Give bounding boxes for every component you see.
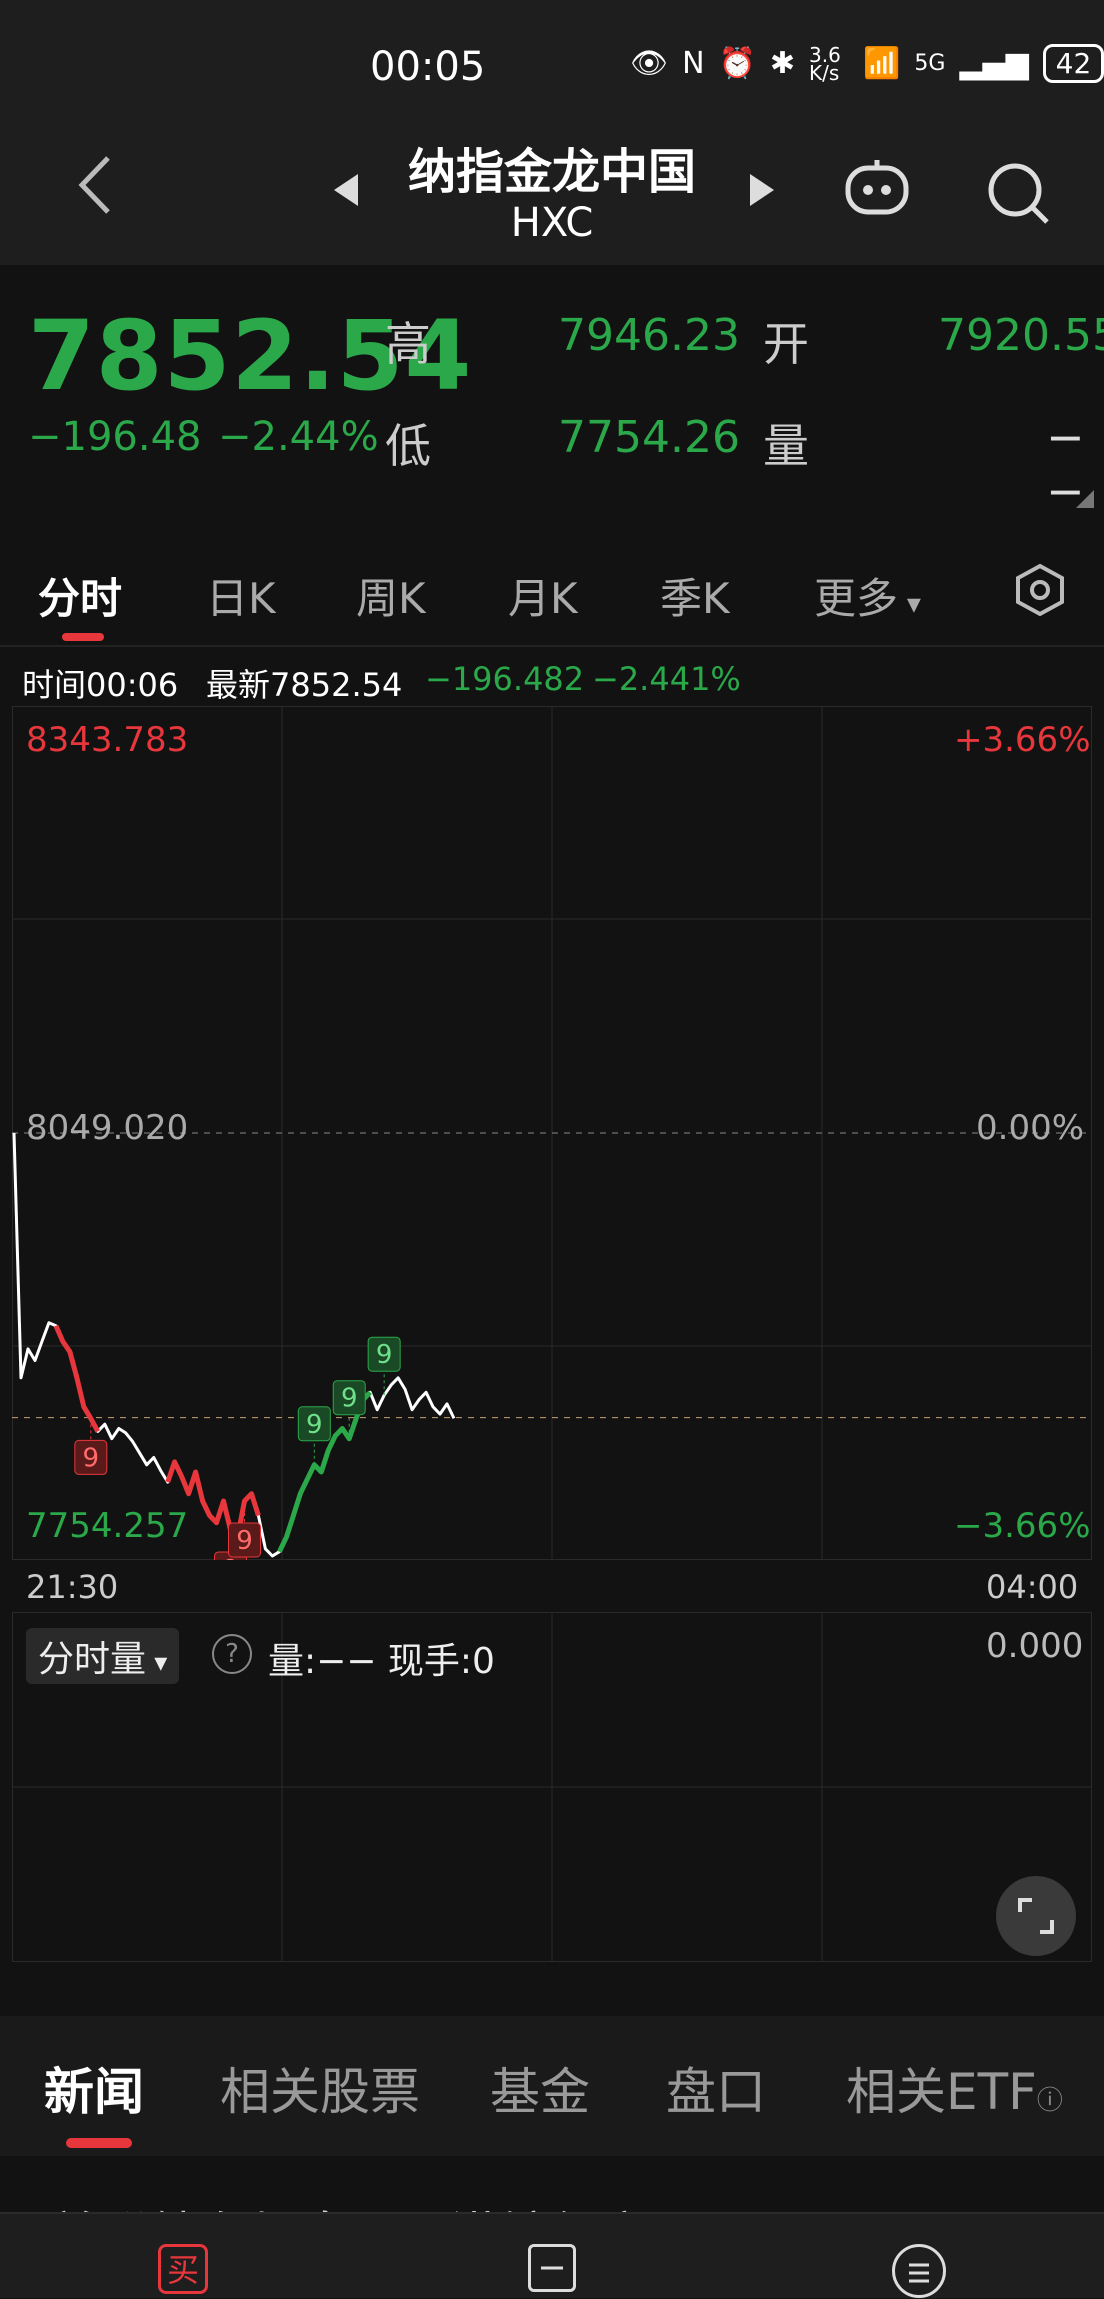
price-change: −196.48: [28, 414, 202, 460]
info-time: 时间00:06: [22, 666, 179, 704]
alarm-icon: ⏰: [718, 46, 756, 81]
volume-text: 量:−− 现手:0: [268, 1641, 495, 1682]
y-max-label: 8343.783: [26, 720, 189, 760]
tab-more[interactable]: 更多 ▾: [814, 565, 921, 626]
help-icon[interactable]: ?: [212, 1634, 252, 1674]
info-change-pct: −2.441%: [592, 660, 741, 698]
volume-selector-label: 分时量: [38, 1639, 147, 1680]
tab-weekly-k[interactable]: 周K: [356, 565, 426, 626]
active-info-tab-indicator: [66, 2138, 132, 2148]
volume-right-value: 0.000: [986, 1626, 1084, 1666]
caret-down-icon: ▾: [146, 1648, 168, 1678]
buy-button[interactable]: 买: [158, 2244, 208, 2294]
high-label: 高: [385, 317, 431, 371]
low-label: 低: [385, 419, 431, 473]
tab-related-etf-label: 相关ETF: [846, 2063, 1037, 2121]
volume-value: −−: [1046, 410, 1085, 518]
tab-news[interactable]: 新闻: [44, 2052, 144, 2124]
y-mid-label: 8049.020: [26, 1108, 189, 1148]
open-value: 7920.55: [938, 310, 1104, 361]
search-icon: [988, 163, 1049, 224]
signal-badge-label: 9: [236, 1526, 253, 1556]
net-speed: 3.6 K/s: [809, 42, 841, 85]
info-change: −196.482: [425, 660, 585, 698]
volume-label: 量: [763, 419, 809, 473]
expand-corner-icon[interactable]: [1076, 490, 1094, 512]
tab-related-etf[interactable]: 相关ETFⓘ: [846, 2052, 1063, 2124]
volume-selector[interactable]: 分时量 ▾: [26, 1628, 180, 1684]
status-icons: 👁 N ⏰ ✱ 3.6 K/s 📶 5G ▂▄▆ 42: [630, 44, 1104, 83]
settings-hex-icon: [1016, 563, 1064, 617]
open-label: 开: [763, 317, 809, 371]
wifi-icon: 📶: [863, 46, 901, 81]
caret-down-icon: ▾: [898, 587, 921, 620]
tab-related-stocks[interactable]: 相关股票: [220, 2052, 420, 2124]
tab-daily-k[interactable]: 日K: [206, 565, 276, 626]
x-start-label: 21:30: [26, 1568, 119, 1606]
tab-order-book[interactable]: 盘口: [666, 2052, 766, 2124]
robot-icon: [845, 160, 909, 215]
nfc-icon: N: [682, 46, 705, 81]
tab-intraday[interactable]: 分时: [38, 565, 122, 626]
active-tab-indicator: [62, 633, 104, 641]
eye-icon: 👁: [630, 46, 669, 81]
high-value: 7946.23: [558, 310, 740, 361]
minus-box-icon[interactable]: [528, 2244, 576, 2292]
tab-quarterly-k[interactable]: 季K: [660, 565, 730, 626]
signal-badge-label: 9: [341, 1384, 358, 1414]
down-trend-segment: [53, 1324, 101, 1433]
search-button[interactable]: [985, 160, 1051, 226]
price-change-pct: −2.44%: [218, 414, 379, 460]
signal-badge-label: 9: [83, 1443, 100, 1473]
info-latest: 最新7852.54: [206, 666, 403, 704]
signal-badge-label: 9: [376, 1340, 393, 1370]
battery-icon: 42: [1042, 44, 1104, 83]
signal-icon: ▂▄▆: [959, 46, 1029, 81]
help-icon: ⓘ: [1036, 2086, 1063, 2116]
fullscreen-icon: [1018, 1898, 1054, 1934]
robot-button[interactable]: [842, 158, 912, 218]
y-min-label: 7754.257: [26, 1506, 189, 1546]
status-time: 00:05: [370, 44, 486, 90]
tab-more-label: 更多: [814, 574, 899, 623]
tab-funds[interactable]: 基金: [490, 2052, 590, 2124]
x-end-label: 04:00: [986, 1568, 1079, 1606]
low-value: 7754.26: [558, 412, 740, 463]
menu-circle-icon[interactable]: [892, 2244, 946, 2298]
pct-mid-label: 0.00%: [976, 1108, 1085, 1148]
stock-name: 纳指金龙中国: [407, 144, 696, 200]
next-stock-button[interactable]: [748, 170, 778, 220]
stock-code: HXC: [510, 200, 594, 246]
triangle-right-icon: [750, 174, 774, 206]
fullscreen-button[interactable]: [996, 1876, 1076, 1956]
network-label: 5G: [914, 51, 946, 76]
pct-bottom-label: −3.66%: [954, 1506, 1091, 1546]
chart-settings-button[interactable]: [1012, 562, 1068, 618]
tab-monthly-k[interactable]: 月K: [508, 565, 578, 626]
pct-top-label: +3.66%: [954, 720, 1091, 760]
bluetooth-icon: ✱: [769, 46, 796, 81]
signal-badge-label: 9: [306, 1410, 323, 1440]
